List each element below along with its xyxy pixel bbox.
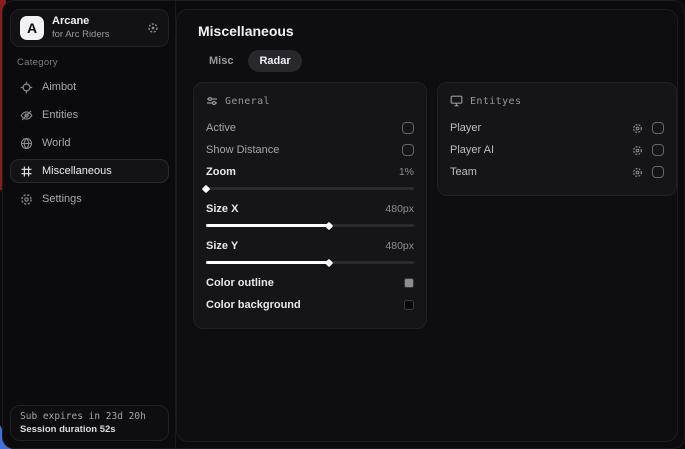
- tab-radar[interactable]: Radar: [248, 50, 301, 72]
- general-panel-header: General: [206, 95, 414, 107]
- show-distance-label: Show Distance: [206, 144, 279, 156]
- panel-area: General Active Show Distance Zoom 1%: [193, 82, 677, 329]
- zoom-value: 1%: [399, 166, 414, 178]
- color-background-row: Color background: [206, 294, 414, 316]
- size-x-slider-fill: [206, 224, 329, 227]
- size-y-value: 480px: [385, 240, 414, 252]
- size-y-slider[interactable]: [206, 261, 414, 264]
- size-x-label: Size X: [206, 203, 238, 215]
- size-x-row: Size X 480px: [206, 198, 414, 220]
- size-y-label: Size Y: [206, 240, 238, 252]
- app-logo-letter: A: [27, 20, 37, 36]
- entities-panel-header: Entityes: [450, 95, 664, 107]
- player-settings-icon[interactable]: [632, 123, 643, 134]
- sidebar-item-label: Miscellaneous: [42, 165, 112, 177]
- color-background-label: Color background: [206, 299, 301, 311]
- active-row: Active: [206, 117, 414, 139]
- size-x-slider-thumb[interactable]: [324, 221, 332, 229]
- gear-icon: [19, 192, 33, 206]
- team-settings-icon[interactable]: [632, 167, 643, 178]
- size-y-slider-fill: [206, 261, 329, 264]
- entities-panel-title: Entityes: [470, 96, 521, 107]
- zoom-label: Zoom: [206, 166, 236, 178]
- hash-grid-icon: [19, 164, 33, 178]
- general-panel: General Active Show Distance Zoom 1%: [193, 82, 427, 329]
- globe-icon: [19, 136, 33, 150]
- monitor-icon: [450, 95, 463, 107]
- size-x-value: 480px: [385, 203, 414, 215]
- size-x-slider[interactable]: [206, 224, 414, 227]
- page-title: Miscellaneous: [198, 23, 294, 39]
- size-y-row: Size Y 480px: [206, 235, 414, 257]
- sidebar-item-aimbot[interactable]: Aimbot: [10, 75, 169, 99]
- sidebar-item-entities[interactable]: Entities: [10, 103, 169, 127]
- size-y-slider-thumb[interactable]: [324, 258, 332, 266]
- eye-slash-icon: [19, 108, 33, 122]
- active-checkbox[interactable]: [402, 122, 414, 134]
- subscription-footer: Sub expires in 23d 20h Session duration …: [10, 405, 169, 441]
- category-label: Category: [17, 57, 58, 68]
- color-outline-label: Color outline: [206, 277, 274, 289]
- player-ai-label: Player AI: [450, 144, 623, 156]
- zoom-slider[interactable]: [206, 187, 414, 190]
- player-ai-checkbox[interactable]: [652, 144, 664, 156]
- team-label: Team: [450, 166, 623, 178]
- active-label: Active: [206, 122, 236, 134]
- app-title: Arcane: [52, 15, 139, 29]
- sidebar-item-world[interactable]: World: [10, 131, 169, 155]
- app-subtitle: for Arc Riders: [52, 29, 139, 41]
- color-outline-swatch[interactable]: [404, 278, 414, 288]
- sidebar-item-settings[interactable]: Settings: [10, 187, 169, 211]
- session-duration-text: Session duration 52s: [20, 424, 159, 435]
- sidebar: A Arcane for Arc Riders Category Aimbot: [3, 1, 176, 448]
- brand-card: A Arcane for Arc Riders: [10, 9, 169, 47]
- tab-bar: Misc Radar: [198, 50, 302, 72]
- brand-settings-icon[interactable]: [147, 22, 159, 34]
- app-logo: A: [20, 16, 44, 40]
- sliders-icon: [206, 95, 218, 107]
- player-ai-row: Player AI: [450, 139, 664, 161]
- player-checkbox[interactable]: [652, 122, 664, 134]
- team-checkbox[interactable]: [652, 166, 664, 178]
- show-distance-row: Show Distance: [206, 139, 414, 161]
- app-window: A Arcane for Arc Riders Category Aimbot: [2, 0, 685, 449]
- general-panel-title: General: [225, 96, 270, 107]
- main-content: Miscellaneous Misc Radar General Active: [176, 9, 678, 442]
- sidebar-nav: Aimbot Entities World: [10, 73, 169, 213]
- tab-misc[interactable]: Misc: [198, 50, 244, 72]
- crosshair-icon: [19, 80, 33, 94]
- color-outline-row: Color outline: [206, 272, 414, 294]
- show-distance-checkbox[interactable]: [402, 144, 414, 156]
- player-row: Player: [450, 117, 664, 139]
- team-row: Team: [450, 161, 664, 183]
- sidebar-item-label: World: [42, 137, 71, 149]
- color-background-swatch[interactable]: [404, 300, 414, 310]
- brand-text: Arcane for Arc Riders: [52, 15, 139, 41]
- entities-panel: Entityes Player Player AI: [437, 82, 677, 196]
- zoom-slider-thumb[interactable]: [202, 184, 210, 192]
- sidebar-item-miscellaneous[interactable]: Miscellaneous: [10, 159, 169, 183]
- player-label: Player: [450, 122, 623, 134]
- zoom-row: Zoom 1%: [206, 161, 414, 183]
- sidebar-item-label: Settings: [42, 193, 82, 205]
- sidebar-item-label: Aimbot: [42, 81, 76, 93]
- sidebar-item-label: Entities: [42, 109, 78, 121]
- desktop-background: A Arcane for Arc Riders Category Aimbot: [0, 0, 685, 449]
- sub-expires-text: Sub expires in 23d 20h: [20, 411, 159, 422]
- player-ai-settings-icon[interactable]: [632, 145, 643, 156]
